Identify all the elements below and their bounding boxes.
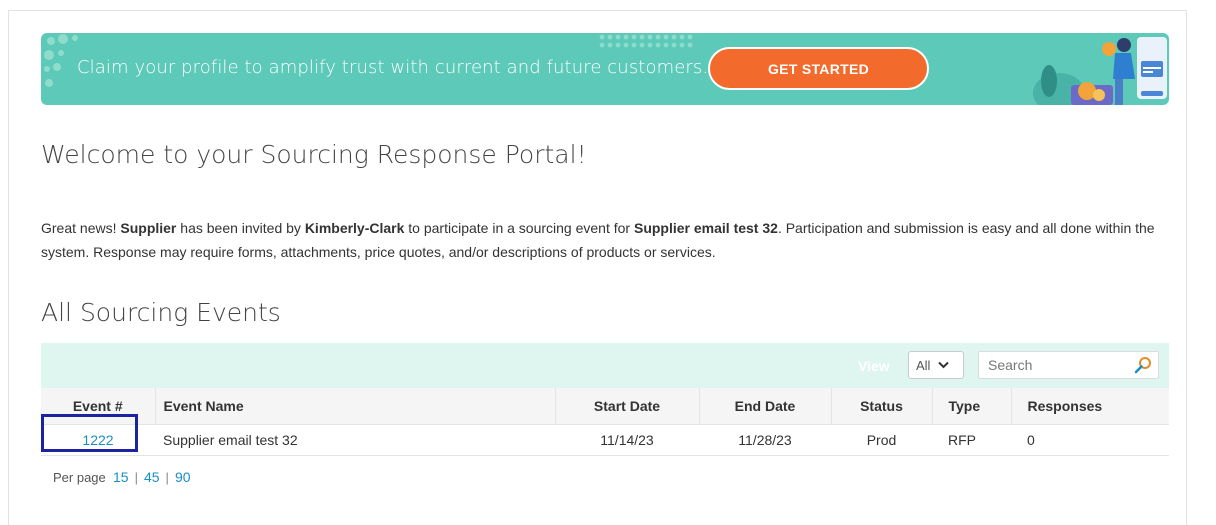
intro-paragraph: Great news! Supplier has been invited by… [41,216,1166,264]
page-title: Welcome to your Sourcing Response Portal… [41,140,587,169]
col-header-name[interactable]: Event Name [155,388,556,424]
events-table: Event # Event Name Start Date End Date S… [41,388,1169,456]
pagination-separator: | [165,470,169,485]
view-filter-value: All [916,357,931,373]
view-filter-select[interactable]: All [908,351,964,379]
view-label: View [858,358,890,374]
responses-cell: 0 [1011,423,1169,456]
col-header-end-date[interactable]: End Date [699,388,832,424]
supplier-illustration-icon [1033,37,1167,105]
col-header-responses[interactable]: Responses [1011,388,1169,424]
frame-top-border [8,10,1187,11]
events-section-title: All Sourcing Events [41,298,281,327]
event-number-cell: 1222 [41,423,155,456]
col-header-event[interactable]: Event # [41,388,156,424]
type-cell: RFP [932,423,1011,456]
pagination: Per page 15 | 45 | 90 [53,469,191,485]
col-header-start-date[interactable]: Start Date [555,388,700,424]
intro-text-3: to participate in a sourcing event for [404,220,634,236]
event-number-link[interactable]: 1222 [82,432,113,448]
intro-text-2: has been invited by [176,220,305,236]
start-date-cell: 11/14/23 [555,423,699,456]
intro-buyer: Kimberly-Clark [304,220,405,236]
per-page-label: Per page [53,470,106,485]
end-date-cell: 11/28/23 [699,423,831,456]
intro-supplier: Supplier [120,220,177,236]
status-cell: Prod [831,423,932,456]
intro-event: Supplier email test 32 [633,220,778,236]
get-started-button[interactable]: GET STARTED [708,47,929,90]
dots-grid-icon [599,34,693,48]
intro-text-1: Great news! [41,220,121,236]
banner-message: Claim your profile to amplify trust with… [77,57,709,78]
frame-right-border [1186,10,1187,525]
per-page-option-15[interactable]: 15 [113,469,129,485]
chevron-down-icon [938,361,950,369]
per-page-option-90[interactable]: 90 [175,469,191,485]
search-icon[interactable] [1134,356,1152,374]
claim-profile-banner: Claim your profile to amplify trust with… [41,33,1169,105]
search-box [978,351,1159,379]
event-name-cell: Supplier email test 32 [155,423,555,456]
per-page-option-45[interactable]: 45 [144,469,160,485]
pagination-separator: | [134,470,138,485]
events-toolbar: View All [41,343,1169,388]
frame-left-border [8,10,9,525]
table-row: 1222 Supplier email test 32 11/14/23 11/… [41,423,1169,456]
table-header-row: Event # Event Name Start Date End Date S… [41,388,1169,424]
col-header-type[interactable]: Type [932,388,1012,424]
col-header-status[interactable]: Status [831,388,933,424]
search-input[interactable] [979,352,1119,378]
